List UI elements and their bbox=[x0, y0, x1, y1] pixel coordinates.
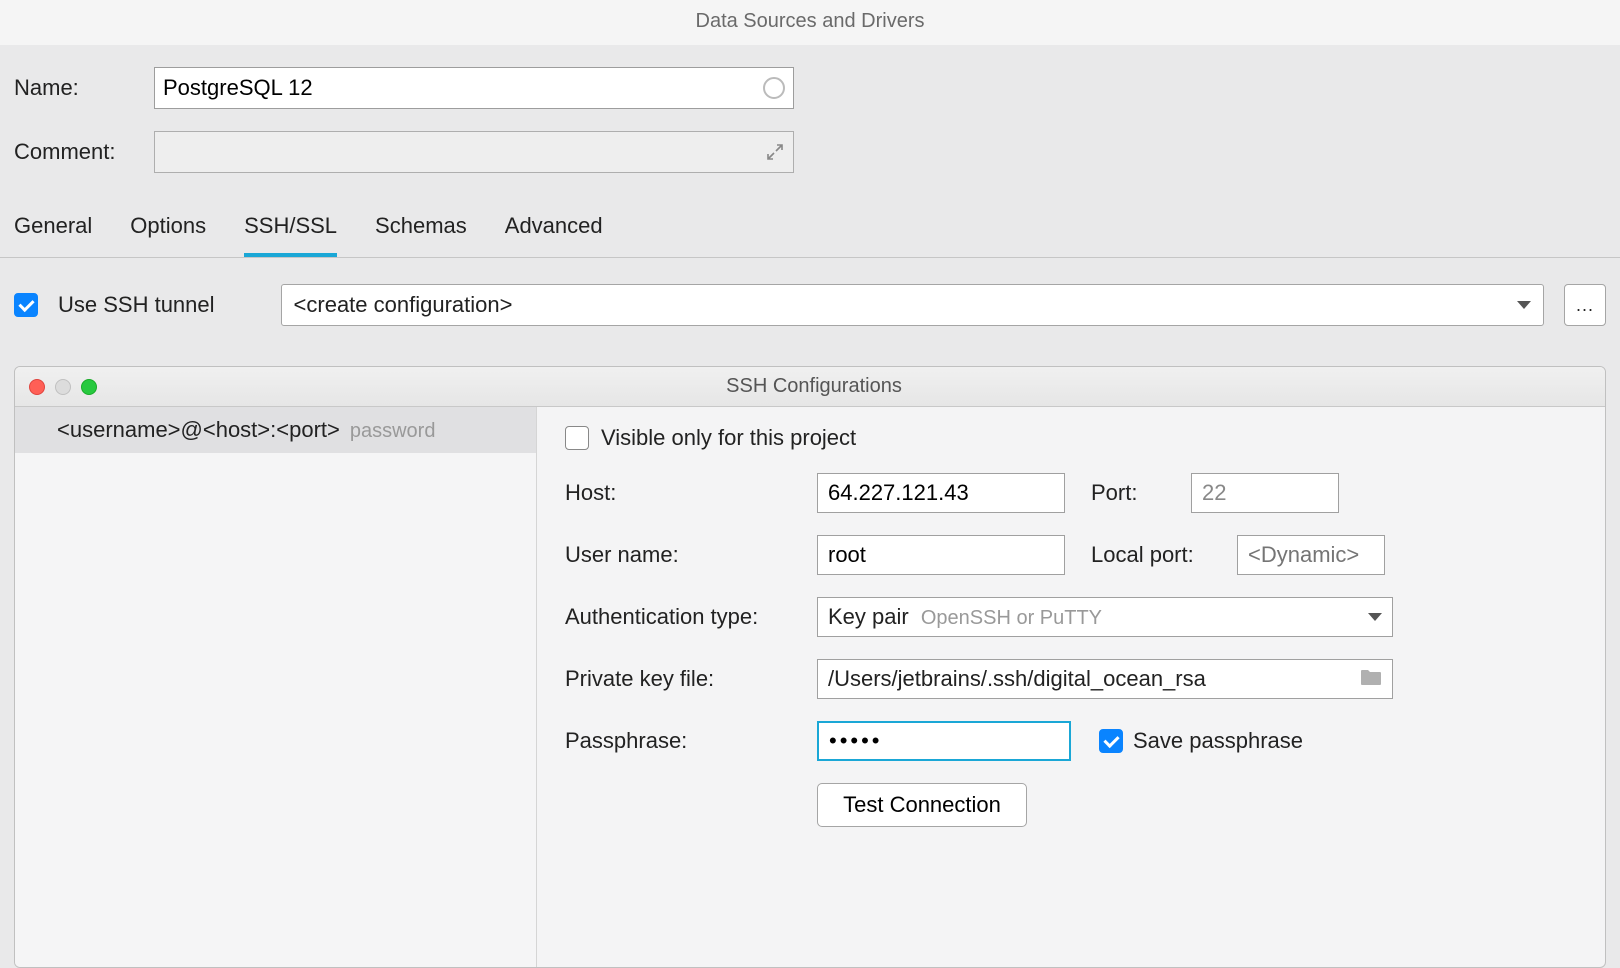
status-indicator-icon bbox=[763, 77, 785, 99]
window-title: Data Sources and Drivers bbox=[0, 0, 1620, 45]
config-list-item[interactable]: <username>@<host>:<port> password bbox=[15, 407, 536, 453]
expand-icon[interactable] bbox=[765, 142, 785, 162]
auth-type-value: Key pair bbox=[828, 604, 909, 629]
auth-type-subvalue: OpenSSH or PuTTY bbox=[921, 607, 1102, 629]
keyfile-input[interactable]: /Users/jetbrains/.ssh/digital_ocean_rsa bbox=[817, 659, 1393, 699]
config-item-sublabel: password bbox=[350, 420, 436, 443]
passphrase-label: Passphrase: bbox=[565, 728, 817, 754]
ssh-config-placeholder: <create configuration> bbox=[294, 292, 513, 318]
folder-icon[interactable] bbox=[1360, 666, 1382, 692]
auth-type-select[interactable]: Key pair OpenSSH or PuTTY bbox=[817, 597, 1393, 637]
passphrase-input[interactable] bbox=[817, 721, 1071, 761]
host-label: Host: bbox=[565, 480, 817, 506]
username-label: User name: bbox=[565, 542, 817, 568]
chevron-down-icon bbox=[1517, 301, 1531, 309]
save-passphrase-label: Save passphrase bbox=[1133, 728, 1303, 754]
auth-type-label: Authentication type: bbox=[565, 604, 817, 630]
tab-options[interactable]: Options bbox=[130, 213, 206, 257]
tab-ssh-ssl[interactable]: SSH/SSL bbox=[244, 213, 337, 257]
visible-only-checkbox[interactable] bbox=[565, 426, 589, 450]
ssh-config-window: SSH Configurations <username>@<host>:<po… bbox=[14, 366, 1606, 968]
config-list: <username>@<host>:<port> password bbox=[15, 407, 537, 967]
tab-schemas[interactable]: Schemas bbox=[375, 213, 467, 257]
name-label: Name: bbox=[14, 75, 154, 101]
port-label: Port: bbox=[1091, 480, 1191, 506]
keyfile-label: Private key file: bbox=[565, 666, 817, 692]
use-ssh-tunnel-label: Use SSH tunnel bbox=[58, 292, 215, 318]
port-input[interactable] bbox=[1191, 473, 1339, 513]
localport-input[interactable] bbox=[1237, 535, 1385, 575]
name-input[interactable] bbox=[163, 75, 757, 101]
config-item-label: <username>@<host>:<port> bbox=[57, 417, 340, 443]
visible-only-label: Visible only for this project bbox=[601, 425, 856, 451]
more-button[interactable]: ... bbox=[1564, 284, 1606, 326]
inner-window-title: SSH Configurations bbox=[37, 375, 1591, 398]
name-field-wrapper[interactable] bbox=[154, 67, 794, 109]
tab-advanced[interactable]: Advanced bbox=[505, 213, 603, 257]
keyfile-value: /Users/jetbrains/.ssh/digital_ocean_rsa bbox=[828, 666, 1206, 692]
tab-general[interactable]: General bbox=[14, 213, 92, 257]
use-ssh-tunnel-checkbox[interactable] bbox=[14, 293, 38, 317]
chevron-down-icon bbox=[1368, 613, 1382, 621]
host-input[interactable] bbox=[817, 473, 1065, 513]
ssh-config-select[interactable]: <create configuration> bbox=[281, 284, 1544, 326]
tab-bar: General Options SSH/SSL Schemas Advanced bbox=[0, 195, 1620, 258]
comment-input[interactable] bbox=[163, 129, 785, 175]
localport-label: Local port: bbox=[1091, 542, 1237, 568]
username-input[interactable] bbox=[817, 535, 1065, 575]
comment-field-wrapper[interactable] bbox=[154, 131, 794, 173]
comment-label: Comment: bbox=[14, 139, 154, 165]
save-passphrase-checkbox[interactable] bbox=[1099, 729, 1123, 753]
test-connection-button[interactable]: Test Connection bbox=[817, 783, 1027, 827]
